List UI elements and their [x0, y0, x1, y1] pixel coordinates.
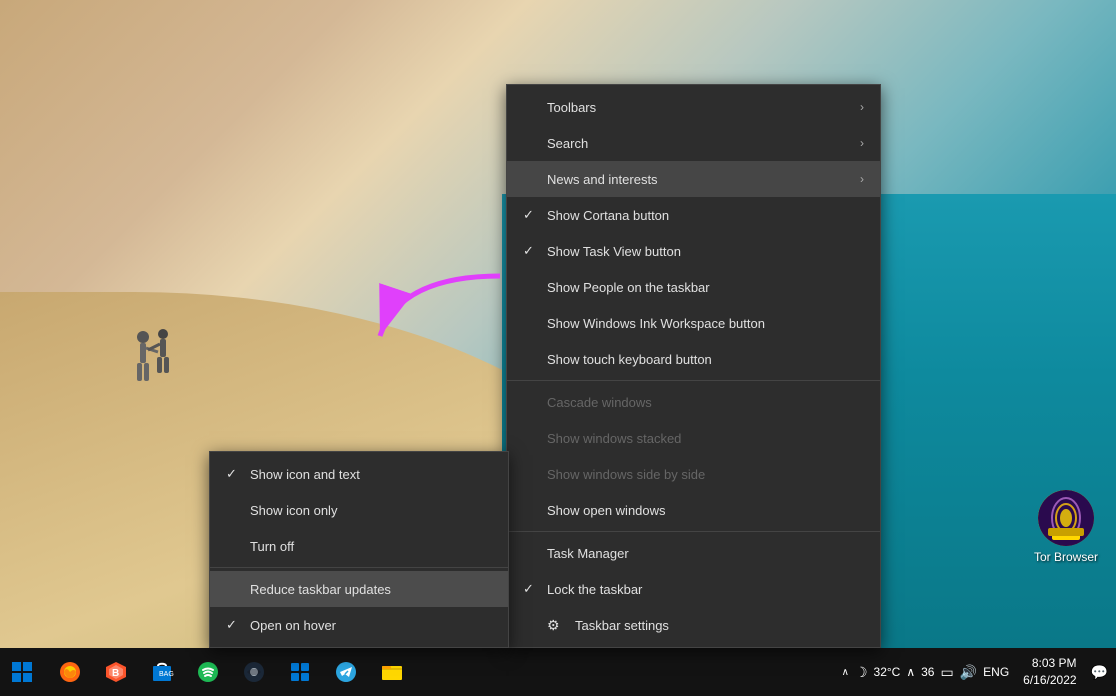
menu-item-touch-keyboard[interactable]: Show touch keyboard button [507, 341, 880, 377]
menu-item-open-hover[interactable]: ✓ Open on hover [210, 607, 508, 643]
taskbar-firefox[interactable] [48, 650, 92, 694]
volume-icon[interactable]: 🔊 [960, 664, 977, 681]
sleep-icon: ☽ [855, 664, 868, 681]
separator-2 [507, 531, 880, 532]
clock[interactable]: 8:03 PM 6/16/2022 [1015, 655, 1084, 689]
main-context-menu: Toolbars › Search › News and interests ›… [506, 84, 881, 648]
taskbar: B BAG [0, 648, 1116, 696]
taskbar-steam[interactable] [232, 650, 276, 694]
start-button[interactable] [0, 650, 44, 694]
beach-figures [123, 312, 183, 402]
temperature-display: 32°C [874, 665, 901, 679]
language-indicator[interactable]: ENG [983, 665, 1009, 679]
wifi-signal: 36 [921, 665, 934, 679]
clock-date: 6/16/2022 [1023, 672, 1076, 689]
taskbar-pinned-icons: B BAG [44, 650, 834, 694]
menu-item-task-manager[interactable]: Task Manager [507, 535, 880, 571]
svg-text:B: B [112, 668, 119, 679]
menu-item-open-windows[interactable]: Show open windows [507, 492, 880, 528]
arrow-toolbars: › [860, 100, 864, 114]
menu-item-news-interests[interactable]: News and interests › [507, 161, 880, 197]
check-show-icon-text: ✓ [226, 466, 246, 482]
menu-item-show-icon-only[interactable]: Show icon only [210, 492, 508, 528]
battery-icon: ▭ [940, 664, 953, 681]
taskbar-files[interactable] [370, 650, 414, 694]
network-icon[interactable]: ∧ [906, 665, 915, 679]
system-tray: ∧ ☽ 32°C ∧ 36 ▭ 🔊 ENG 8:03 PM 6/16/2022 … [834, 655, 1116, 689]
sub-context-menu: ✓ Show icon and text Show icon only Turn… [209, 451, 509, 648]
menu-item-lock-taskbar[interactable]: ✓ Lock the taskbar [507, 571, 880, 607]
menu-item-reduce-updates[interactable]: Reduce taskbar updates [210, 571, 508, 607]
taskbar-windows11[interactable] [278, 650, 322, 694]
tor-browser-label: Tor Browser [1034, 550, 1098, 564]
menu-item-side-by-side: Show windows side by side [507, 456, 880, 492]
show-hidden-icons[interactable]: ∧ [842, 667, 849, 678]
taskbar-brave[interactable]: B [94, 650, 138, 694]
separator-1 [507, 380, 880, 381]
menu-item-stacked: Show windows stacked [507, 420, 880, 456]
menu-item-ink-workspace[interactable]: Show Windows Ink Workspace button [507, 305, 880, 341]
menu-item-search[interactable]: Search › [507, 125, 880, 161]
taskbar-store[interactable]: BAG [140, 650, 184, 694]
menu-item-toolbars[interactable]: Toolbars › [507, 89, 880, 125]
taskbar-spotify[interactable] [186, 650, 230, 694]
arrow-search: › [860, 136, 864, 150]
check-open-hover: ✓ [226, 617, 246, 633]
tor-browser-icon-image [1038, 490, 1094, 546]
action-center-icon[interactable]: 💬 [1091, 664, 1108, 681]
arrow-news: › [860, 172, 864, 186]
clock-time: 8:03 PM [1032, 655, 1077, 672]
tor-browser-desktop-icon[interactable]: Tor Browser [1034, 490, 1098, 564]
menu-item-cascade: Cascade windows [507, 384, 880, 420]
svg-text:BAG: BAG [159, 671, 174, 678]
menu-item-cortana[interactable]: ✓ Show Cortana button [507, 197, 880, 233]
taskbar-telegram[interactable] [324, 650, 368, 694]
gear-icon: ⚙ [547, 617, 567, 634]
menu-item-show-icon-text[interactable]: ✓ Show icon and text [210, 456, 508, 492]
windows-icon [10, 660, 34, 684]
menu-item-turn-off[interactable]: Turn off [210, 528, 508, 564]
sub-menu-separator [210, 567, 508, 568]
menu-item-task-view[interactable]: ✓ Show Task View button [507, 233, 880, 269]
menu-item-taskbar-settings[interactable]: ⚙ Taskbar settings [507, 607, 880, 643]
menu-item-people[interactable]: Show People on the taskbar [507, 269, 880, 305]
